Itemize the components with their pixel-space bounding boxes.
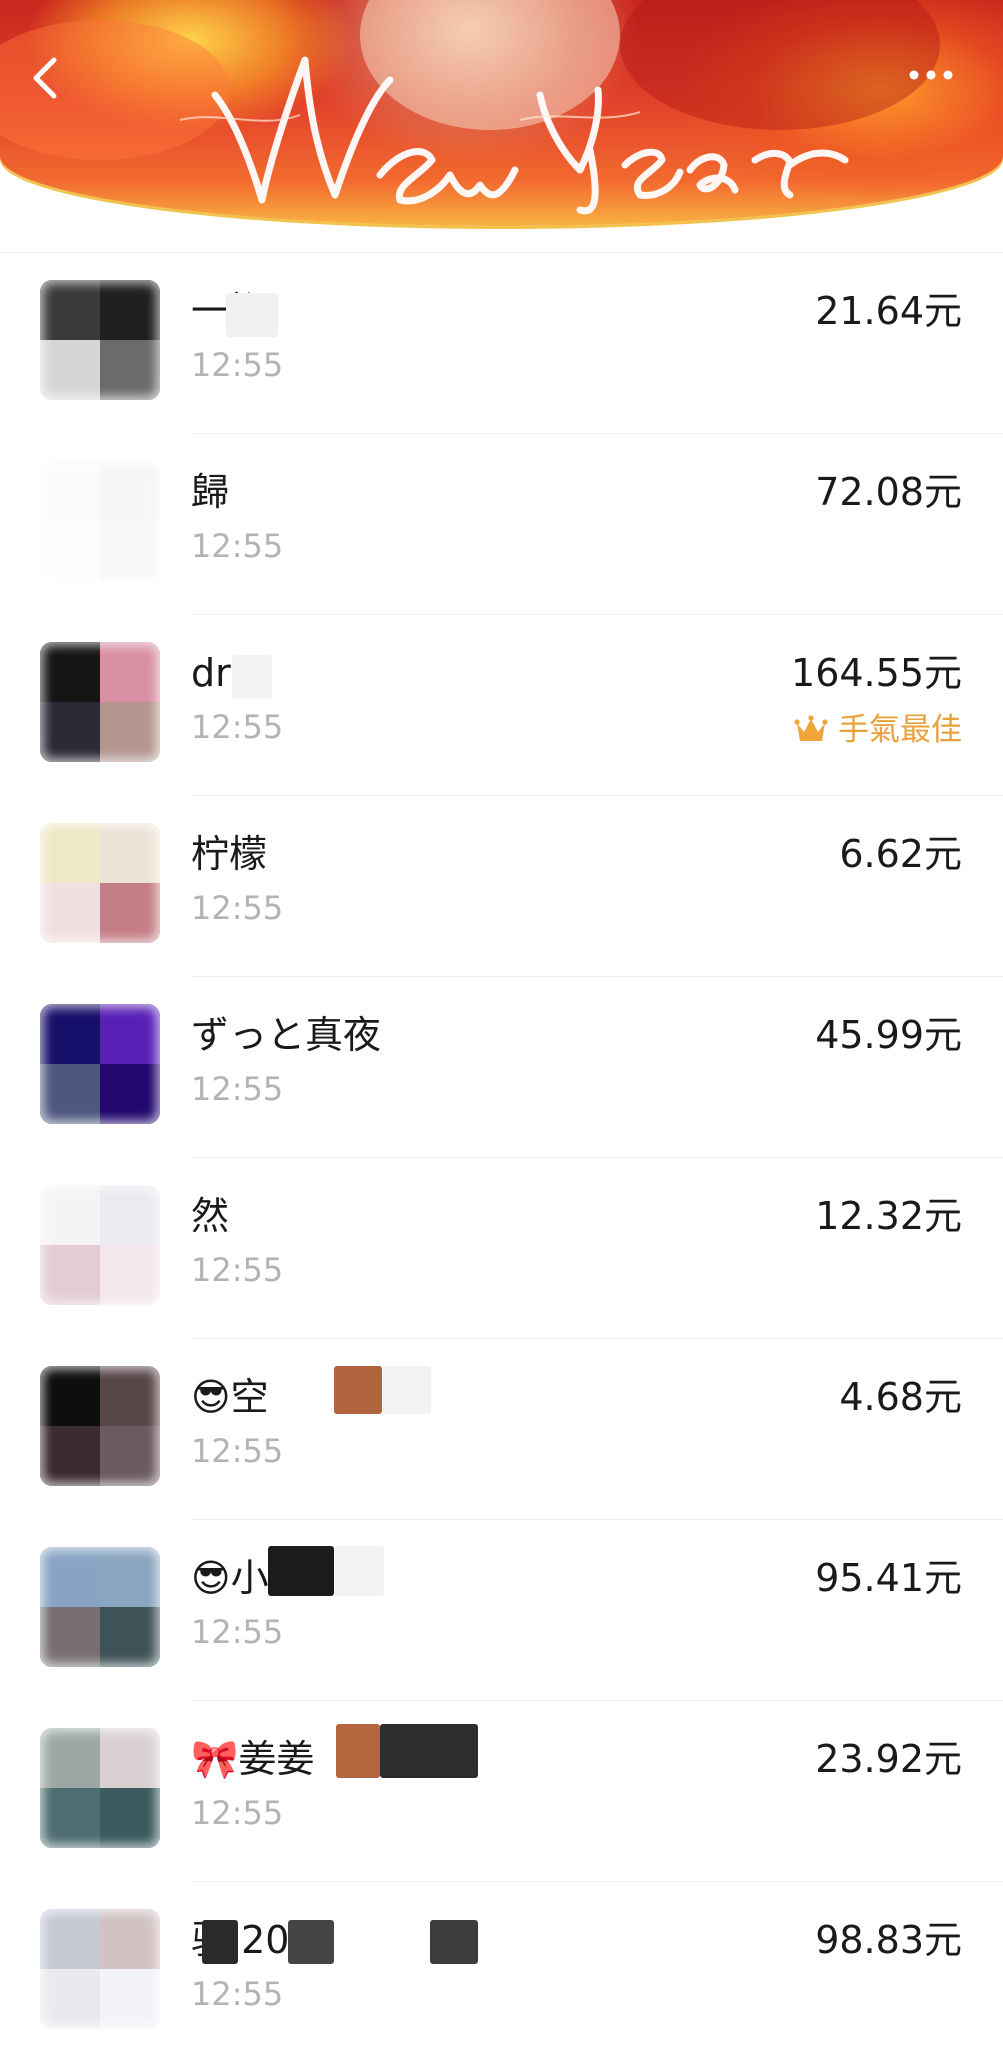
recipient-name: ずっと真夜: [191, 1013, 382, 1057]
redaction-mask: [268, 1546, 334, 1596]
recipient-name: 🎀姜姜: [191, 1737, 315, 1781]
redaction-mask: [383, 1366, 431, 1414]
recipient-name: 😎小: [191, 1556, 269, 1600]
avatar: [40, 823, 160, 943]
red-packet-detail-page: 一桁 12:55 21.64元 歸 12:55 72.08元: [0, 0, 1003, 2048]
recipient-list: 一桁 12:55 21.64元 歸 12:55 72.08元: [0, 253, 1003, 2048]
receive-time: 12:55: [191, 1432, 284, 1470]
list-item[interactable]: 歸 12:55 72.08元: [0, 434, 1003, 615]
best-luck-badge: 手氣最佳: [794, 710, 962, 750]
receive-time: 12:55: [191, 1613, 284, 1651]
back-button[interactable]: [22, 50, 68, 106]
received-amount: 21.64元: [815, 289, 962, 333]
redaction-mask: [232, 655, 272, 699]
list-item[interactable]: dr 12:55 164.55元 手氣最佳: [0, 615, 1003, 796]
redaction-mask: [226, 293, 278, 337]
receive-time: 12:55: [191, 1975, 284, 2013]
list-item[interactable]: ずっと真夜 12:55 45.99元: [0, 977, 1003, 1158]
recipient-name: 😎空: [191, 1375, 269, 1419]
best-luck-label: 手氣最佳: [838, 712, 962, 748]
avatar: [40, 642, 160, 762]
redaction-mask: [380, 1724, 478, 1778]
list-item[interactable]: 柠檬 12:55 6.62元: [0, 796, 1003, 977]
list-item[interactable]: 🎀姜姜 12:55 23.92元: [0, 1701, 1003, 1882]
more-button[interactable]: [903, 55, 959, 95]
redaction-mask: [334, 1366, 382, 1414]
recipient-name: 柠檬: [191, 832, 268, 876]
avatar: [40, 1185, 160, 1305]
received-amount: 6.62元: [839, 832, 962, 876]
chevron-left-icon: [33, 57, 57, 99]
redaction-mask: [430, 1920, 478, 1964]
avatar: [40, 1547, 160, 1667]
recipient-name: 歸: [191, 470, 230, 514]
avatar: [40, 280, 160, 400]
list-item[interactable]: 一桁 12:55 21.64元: [0, 253, 1003, 434]
receive-time: 12:55: [191, 527, 284, 565]
list-item[interactable]: 驮 20 12:55 98.83元: [0, 1882, 1003, 2048]
avatar: [40, 461, 160, 581]
avatar: [40, 1004, 160, 1124]
recipient-name: 然: [191, 1194, 230, 1238]
list-item[interactable]: 然 12:55 12.32元: [0, 1158, 1003, 1339]
received-amount: 95.41元: [815, 1556, 962, 1600]
receive-time: 12:55: [191, 1794, 284, 1832]
received-amount: 164.55元: [791, 651, 962, 695]
redaction-mask: [202, 1920, 238, 1964]
received-amount: 72.08元: [815, 470, 962, 514]
receive-time: 12:55: [191, 889, 284, 927]
more-dots-icon: [909, 70, 953, 80]
receive-time: 12:55: [191, 346, 284, 384]
received-amount: 45.99元: [815, 1013, 962, 1057]
redaction-mask: [288, 1920, 334, 1964]
avatar: [40, 1909, 160, 2029]
recipient-name: dr: [191, 651, 231, 695]
redaction-mask: [336, 1724, 380, 1778]
receive-time: 12:55: [191, 708, 284, 746]
received-amount: 23.92元: [815, 1737, 962, 1781]
list-item[interactable]: 😎空 12:55 4.68元: [0, 1339, 1003, 1520]
new-year-lettering: [179, 56, 849, 215]
avatar: [40, 1366, 160, 1486]
received-amount: 4.68元: [839, 1375, 962, 1419]
receive-time: 12:55: [191, 1251, 284, 1289]
crown-icon: [794, 715, 828, 741]
redaction-mask: [334, 1546, 384, 1596]
list-item[interactable]: 😎小 12:55 95.41元: [0, 1520, 1003, 1701]
received-amount: 98.83元: [815, 1918, 962, 1962]
new-year-banner: [0, 0, 1003, 226]
received-amount: 12.32元: [815, 1194, 962, 1238]
receive-time: 12:55: [191, 1070, 284, 1108]
avatar: [40, 1728, 160, 1848]
